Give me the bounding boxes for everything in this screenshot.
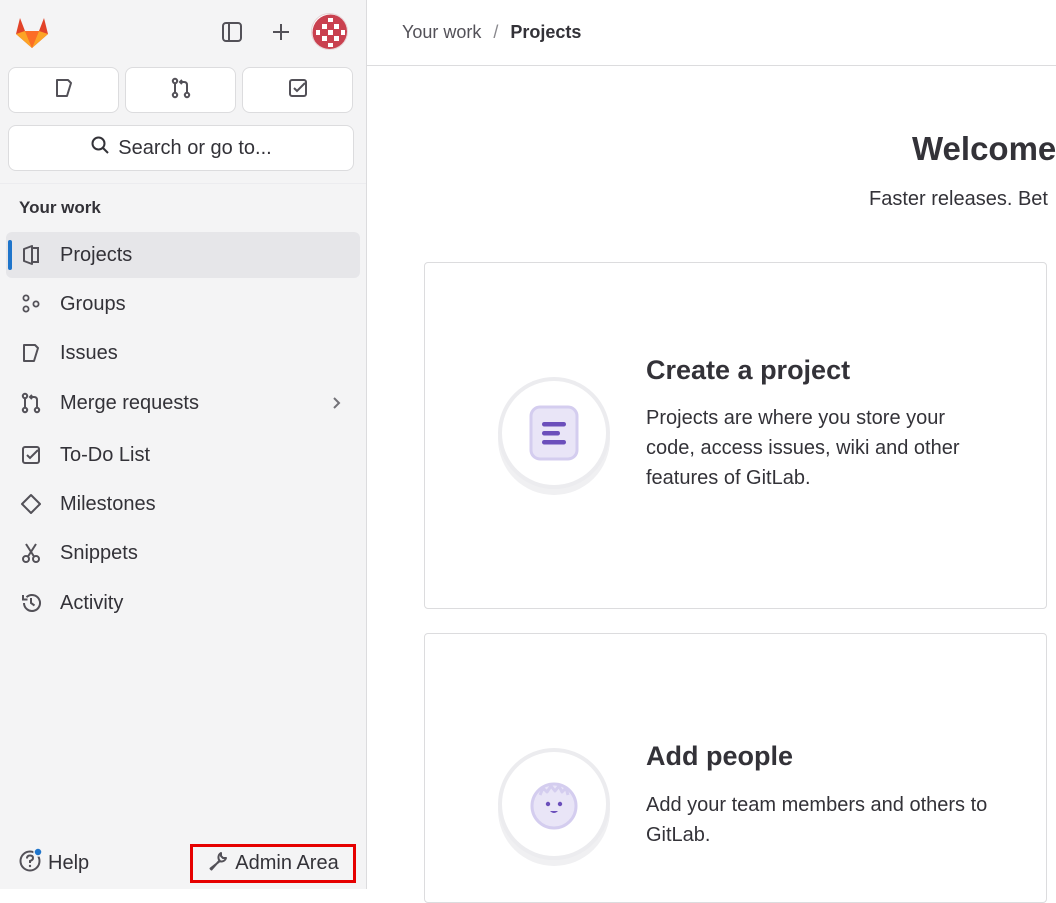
wrench-icon	[207, 850, 229, 878]
breadcrumb-projects[interactable]: Projects	[510, 22, 581, 43]
sidebar: Search or go to... Your work Projects Gr…	[0, 0, 367, 889]
sidebar-item-label: Activity	[60, 591, 124, 614]
project-icon	[18, 242, 44, 268]
search-placeholder: Search or go to...	[118, 136, 272, 159]
admin-area-label: Admin Area	[235, 852, 339, 874]
welcome-subtitle: Faster releases. Bet	[869, 188, 1048, 210]
create-project-illustration	[498, 377, 610, 489]
sidebar-item-snippets[interactable]: Snippets	[6, 530, 360, 576]
sidebar-item-milestones[interactable]: Milestones	[6, 481, 360, 527]
help-label: Help	[48, 851, 90, 874]
issues-icon	[18, 340, 44, 366]
chevron-right-icon[interactable]	[326, 393, 346, 413]
add-people-illustration	[498, 748, 610, 860]
breadcrumb-your-work[interactable]: Your work	[402, 22, 481, 43]
section-title: Your work	[19, 198, 101, 217]
issues-shortcut-button[interactable]	[8, 67, 119, 113]
help-button[interactable]: Help	[18, 847, 90, 879]
merge-request-icon	[170, 77, 192, 104]
welcome-title: Welcome	[912, 130, 1056, 167]
history-icon	[18, 590, 44, 616]
sidebar-item-label: Projects	[60, 243, 133, 266]
snippet-icon	[18, 540, 44, 566]
breadcrumb-separator: /	[493, 22, 499, 42]
sidebar-item-groups[interactable]: Groups	[6, 281, 360, 327]
sidebar-item-label: Milestones	[60, 492, 156, 515]
sidebar-item-label: To-Do List	[60, 443, 151, 466]
sidebar-toggle-icon[interactable]	[214, 14, 250, 50]
sidebar-item-todo-list[interactable]: To-Do List	[6, 432, 360, 478]
search-icon	[90, 135, 110, 161]
sidebar-item-activity[interactable]: Activity	[6, 580, 360, 626]
create-project-card[interactable]: Create a project Projects are where you …	[424, 262, 1047, 609]
sidebar-item-label: Issues	[60, 341, 118, 364]
sidebar-item-issues[interactable]: Issues	[6, 330, 360, 376]
help-icon	[18, 847, 44, 879]
plus-icon[interactable]	[263, 14, 299, 50]
group-icon	[18, 291, 44, 317]
gitlab-logo-icon[interactable]	[12, 12, 52, 52]
sidebar-item-label: Groups	[60, 292, 126, 315]
sidebar-item-merge-requests[interactable]: Merge requests	[6, 380, 360, 426]
sidebar-item-label: Merge requests	[60, 391, 199, 414]
todo-shortcut-button[interactable]	[242, 67, 353, 113]
sidebar-item-projects[interactable]: Projects	[6, 232, 360, 278]
card-text: Projects are where you store your code, …	[646, 407, 960, 489]
todo-icon	[18, 442, 44, 468]
merge-requests-shortcut-button[interactable]	[125, 67, 236, 113]
milestone-icon	[18, 491, 44, 517]
breadcrumb: Your work / Projects	[367, 0, 1056, 66]
todo-icon	[287, 77, 309, 104]
card-title: Create a project	[646, 355, 851, 385]
admin-area-button[interactable]: Admin Area	[190, 844, 356, 883]
issues-icon	[53, 77, 75, 104]
card-text: Add your team members and others to GitL…	[646, 794, 988, 846]
card-title: Add people	[646, 741, 793, 771]
user-avatar[interactable]	[311, 13, 348, 50]
search-input[interactable]: Search or go to...	[8, 125, 354, 171]
sidebar-item-label: Snippets	[60, 541, 138, 564]
merge-request-icon	[18, 390, 44, 416]
add-people-card[interactable]: Add people Add your team members and oth…	[424, 633, 1047, 903]
